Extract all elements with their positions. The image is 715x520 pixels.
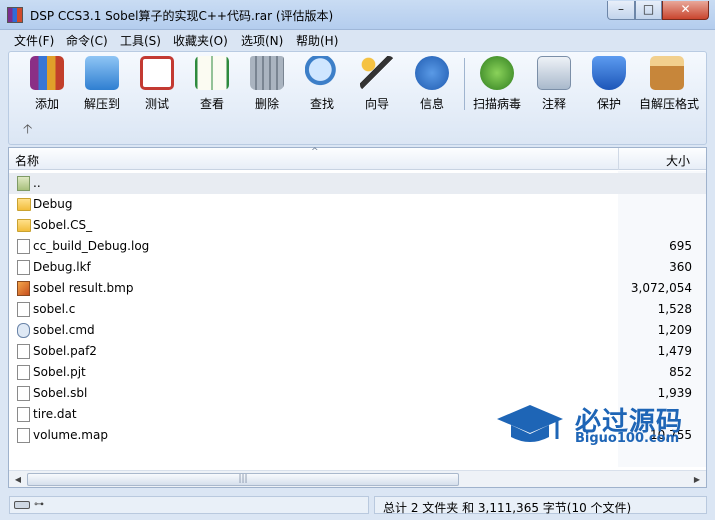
window-title: DSP CCS3.1 Sobel算子的实现C++代码.rar (评估版本): [30, 9, 334, 23]
extract-folder-icon: [85, 56, 119, 90]
scroll-thumb[interactable]: |||: [27, 473, 459, 486]
toolbar-extract-button[interactable]: 解压到: [74, 56, 130, 112]
list-item[interactable]: sobel result.bmp 3,072,054: [9, 278, 706, 299]
file-icon: [17, 365, 30, 380]
toolbar-add-button[interactable]: 添加: [19, 56, 75, 112]
info-icon: [415, 56, 449, 90]
column-divider[interactable]: [618, 148, 619, 170]
toolbar-separator: [464, 58, 465, 110]
close-button[interactable]: ✕: [662, 1, 709, 20]
file-icon: [17, 386, 30, 401]
file-icon: [17, 260, 30, 275]
comment-icon: [537, 56, 571, 90]
title-bar: DSP CCS3.1 Sobel算子的实现C++代码.rar (评估版本) – …: [0, 0, 715, 30]
virus-scan-icon: [480, 56, 514, 90]
view-book-icon: [195, 56, 229, 90]
magnifier-icon: [305, 56, 339, 90]
toolbar: 添加 解压到 测试 查看 删除 查找 向导 信息 扫描病毒 注释 保护 自解压格…: [8, 51, 707, 145]
menu-help[interactable]: 帮助(H): [296, 32, 338, 49]
status-left-pane: ⊶: [9, 496, 369, 514]
menu-file[interactable]: 文件(F): [14, 32, 54, 49]
list-item[interactable]: Debug.lkf 360: [9, 257, 706, 278]
list-item[interactable]: Debug: [9, 194, 706, 215]
test-clipboard-icon: [140, 56, 174, 90]
graduation-cap-icon: [497, 405, 563, 442]
add-archive-icon: [30, 56, 64, 90]
settings-file-icon: [17, 323, 30, 338]
winrar-app-icon[interactable]: [7, 7, 23, 23]
list-item[interactable]: Sobel.pjt 852: [9, 362, 706, 383]
watermark: 必过源码 Biguo100.com: [495, 401, 695, 451]
list-item[interactable]: sobel.cmd 1,209: [9, 320, 706, 341]
scroll-right-icon[interactable]: ▶: [689, 472, 705, 487]
watermark-subtitle: Biguo100.com: [575, 431, 680, 446]
list-item[interactable]: Sobel.paf2 1,479: [9, 341, 706, 362]
list-item[interactable]: Sobel.CS_: [9, 215, 706, 236]
folder-icon: [17, 198, 31, 211]
maximize-button[interactable]: □: [635, 1, 662, 20]
toolbar-protect-button[interactable]: 保护: [581, 56, 637, 112]
status-summary: 总计 2 文件夹 和 3,111,365 字节(10 个文件): [383, 501, 632, 515]
toolbar-delete-button[interactable]: 删除: [239, 56, 295, 112]
scroll-left-icon[interactable]: ◀: [10, 472, 26, 487]
toolbar-sfx-button[interactable]: 自解压格式: [639, 56, 699, 112]
menu-bar: 文件(F) 命令(C) 工具(S) 收藏夹(O) 选项(N) 帮助(H): [0, 30, 715, 50]
sort-ascending-icon: ^: [311, 147, 319, 157]
shield-icon: [592, 56, 626, 90]
file-list: 名称 ^ 大小 .. Debug Sobel.CS_ cc_build_Debu…: [8, 147, 707, 488]
file-icon: [17, 344, 30, 359]
list-item[interactable]: cc_build_Debug.log 695: [9, 236, 706, 257]
drive-icon[interactable]: [14, 501, 30, 509]
menu-commands[interactable]: 命令(C): [66, 32, 108, 49]
menu-favorites[interactable]: 收藏夹(O): [173, 32, 228, 49]
menu-options[interactable]: 选项(N): [241, 32, 283, 49]
trash-icon: [250, 56, 284, 90]
column-header-size[interactable]: 大小: [666, 152, 690, 169]
up-folder-icon[interactable]: 🡡: [23, 120, 32, 142]
column-header-name[interactable]: 名称: [15, 152, 39, 169]
folder-icon: [17, 219, 31, 232]
file-icon: [17, 302, 30, 317]
toolbar-wizard-button[interactable]: 向导: [349, 56, 405, 112]
horizontal-scrollbar[interactable]: ◀ ||| ▶: [9, 470, 706, 487]
file-icon: [17, 428, 30, 443]
status-bar: ⊶ 总计 2 文件夹 和 3,111,365 字节(10 个文件): [0, 491, 715, 520]
list-header: 名称 ^ 大小: [9, 147, 706, 170]
list-item-parent[interactable]: ..: [9, 173, 706, 194]
parent-folder-icon: [17, 176, 30, 191]
file-icon: [17, 239, 30, 254]
list-item[interactable]: sobel.c 1,528: [9, 299, 706, 320]
toolbar-comment-button[interactable]: 注释: [526, 56, 582, 112]
toolbar-find-button[interactable]: 查找: [294, 56, 350, 112]
menu-tools[interactable]: 工具(S): [120, 32, 161, 49]
wizard-wand-icon: [360, 56, 394, 90]
sfx-box-icon: [650, 56, 684, 90]
file-icon: [17, 407, 30, 422]
bitmap-file-icon: [17, 281, 30, 296]
toolbar-test-button[interactable]: 测试: [129, 56, 185, 112]
toolbar-info-button[interactable]: 信息: [404, 56, 460, 112]
status-right-pane: 总计 2 文件夹 和 3,111,365 字节(10 个文件): [374, 496, 707, 515]
key-icon[interactable]: ⊶: [34, 500, 50, 510]
toolbar-scan-virus-button[interactable]: 扫描病毒: [469, 56, 525, 112]
minimize-button[interactable]: –: [607, 1, 635, 20]
toolbar-view-button[interactable]: 查看: [184, 56, 240, 112]
